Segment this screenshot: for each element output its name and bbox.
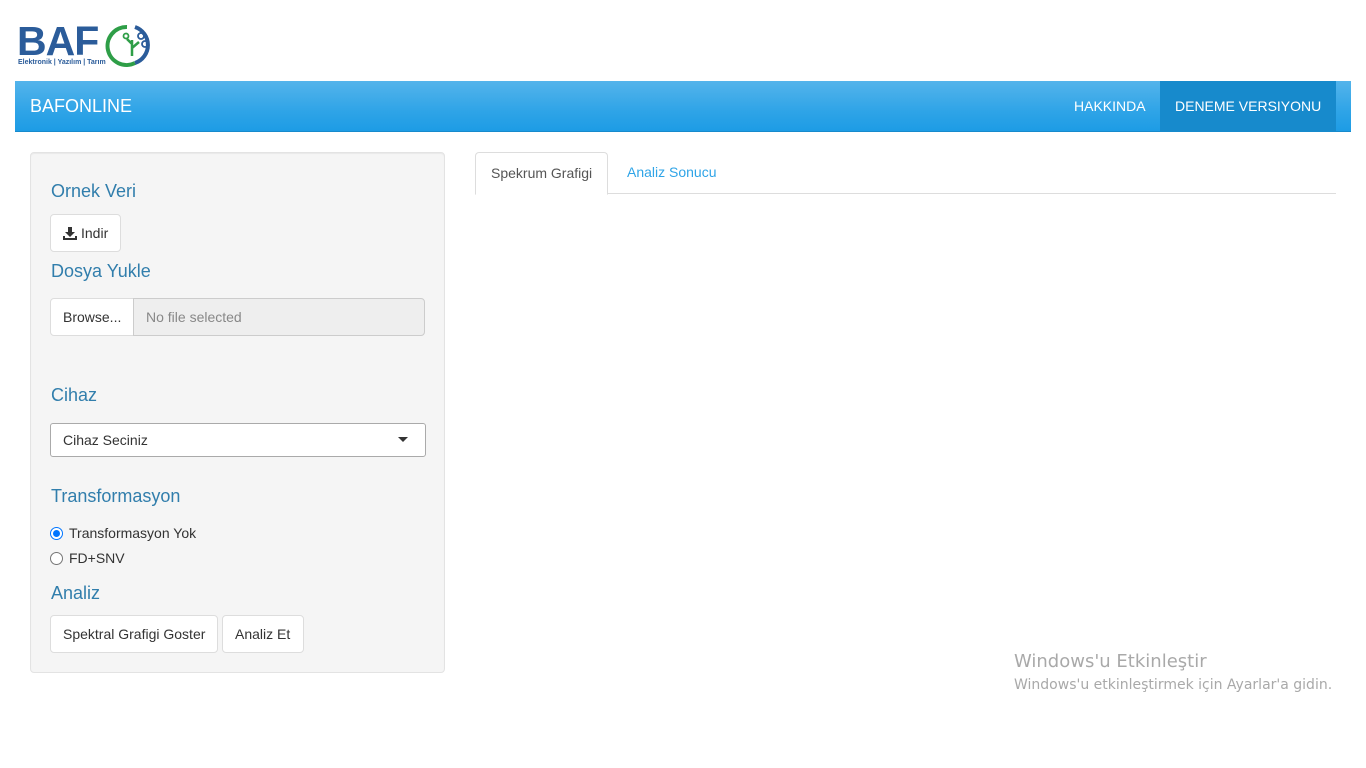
page: BAF Elektronik | Yazılım | Tarım BAFONLI… [0, 0, 1366, 768]
download-button[interactable]: Indir [50, 214, 121, 252]
navbar-brand[interactable]: BAFONLINE [30, 81, 132, 131]
browse-button[interactable]: Browse... [50, 298, 134, 336]
tab-analysis-result[interactable]: Analiz Sonucu [612, 152, 732, 194]
watermark-title: Windows'u Etkinleştir [1014, 651, 1207, 672]
download-button-label: Indir [81, 225, 109, 241]
download-icon [63, 227, 77, 240]
show-spectral-chart-button[interactable]: Spektral Grafigi Goster [50, 615, 218, 653]
file-upload-group: Browse... No file selected [50, 298, 426, 336]
nav-item-trial-version[interactable]: DENEME VERSIYONU [1160, 81, 1336, 131]
bafonline-logo[interactable]: BAF Elektronik | Yazılım | Tarım [17, 19, 167, 71]
device-select[interactable]: Cihaz Seciniz [50, 423, 426, 457]
watermark-subtitle: Windows'u etkinleştirmek için Ayarlar'a … [1014, 677, 1333, 693]
logo-text: BAF [17, 18, 99, 64]
radio-label: Transformasyon Yok [69, 525, 197, 541]
main-tabs: Spekrum Grafigi Analiz Sonucu [475, 152, 1336, 195]
top-navbar: BAFONLINE HAKKINDA DENEME VERSIYONU [15, 81, 1351, 132]
file-upload-heading: Dosya Yukle [51, 261, 151, 281]
windows-activation-watermark: Windows'u Etkinleştir Windows'u etkinleş… [1014, 650, 1332, 696]
file-name-field[interactable]: No file selected [133, 298, 425, 336]
transformation-heading: Transformasyon [51, 486, 181, 506]
logo-leaf-circuit-icon [105, 24, 150, 67]
radio-button[interactable] [50, 552, 63, 565]
radio-option-no-transformation[interactable]: Transformasyon Yok [50, 523, 196, 543]
device-heading: Cihaz [51, 385, 98, 405]
chevron-down-icon [398, 437, 408, 442]
radio-label: FD+SNV [69, 550, 125, 566]
nav-item-about[interactable]: HAKKINDA [1059, 81, 1161, 131]
tab-spectrum-chart[interactable]: Spekrum Grafigi [475, 152, 608, 195]
sample-data-heading: Ornek Veri [51, 181, 137, 201]
sidebar-panel: Ornek Veri Indir Dosya Yukle Browse... N… [30, 152, 445, 673]
analyze-button[interactable]: Analiz Et [222, 615, 304, 653]
device-select-value: Cihaz Seciniz [63, 432, 148, 448]
analysis-heading: Analiz [51, 583, 101, 603]
radio-button-checked[interactable] [50, 527, 63, 540]
radio-option-fd-snv[interactable]: FD+SNV [50, 548, 125, 568]
logo-tagline: Elektronik | Yazılım | Tarım [18, 59, 106, 66]
